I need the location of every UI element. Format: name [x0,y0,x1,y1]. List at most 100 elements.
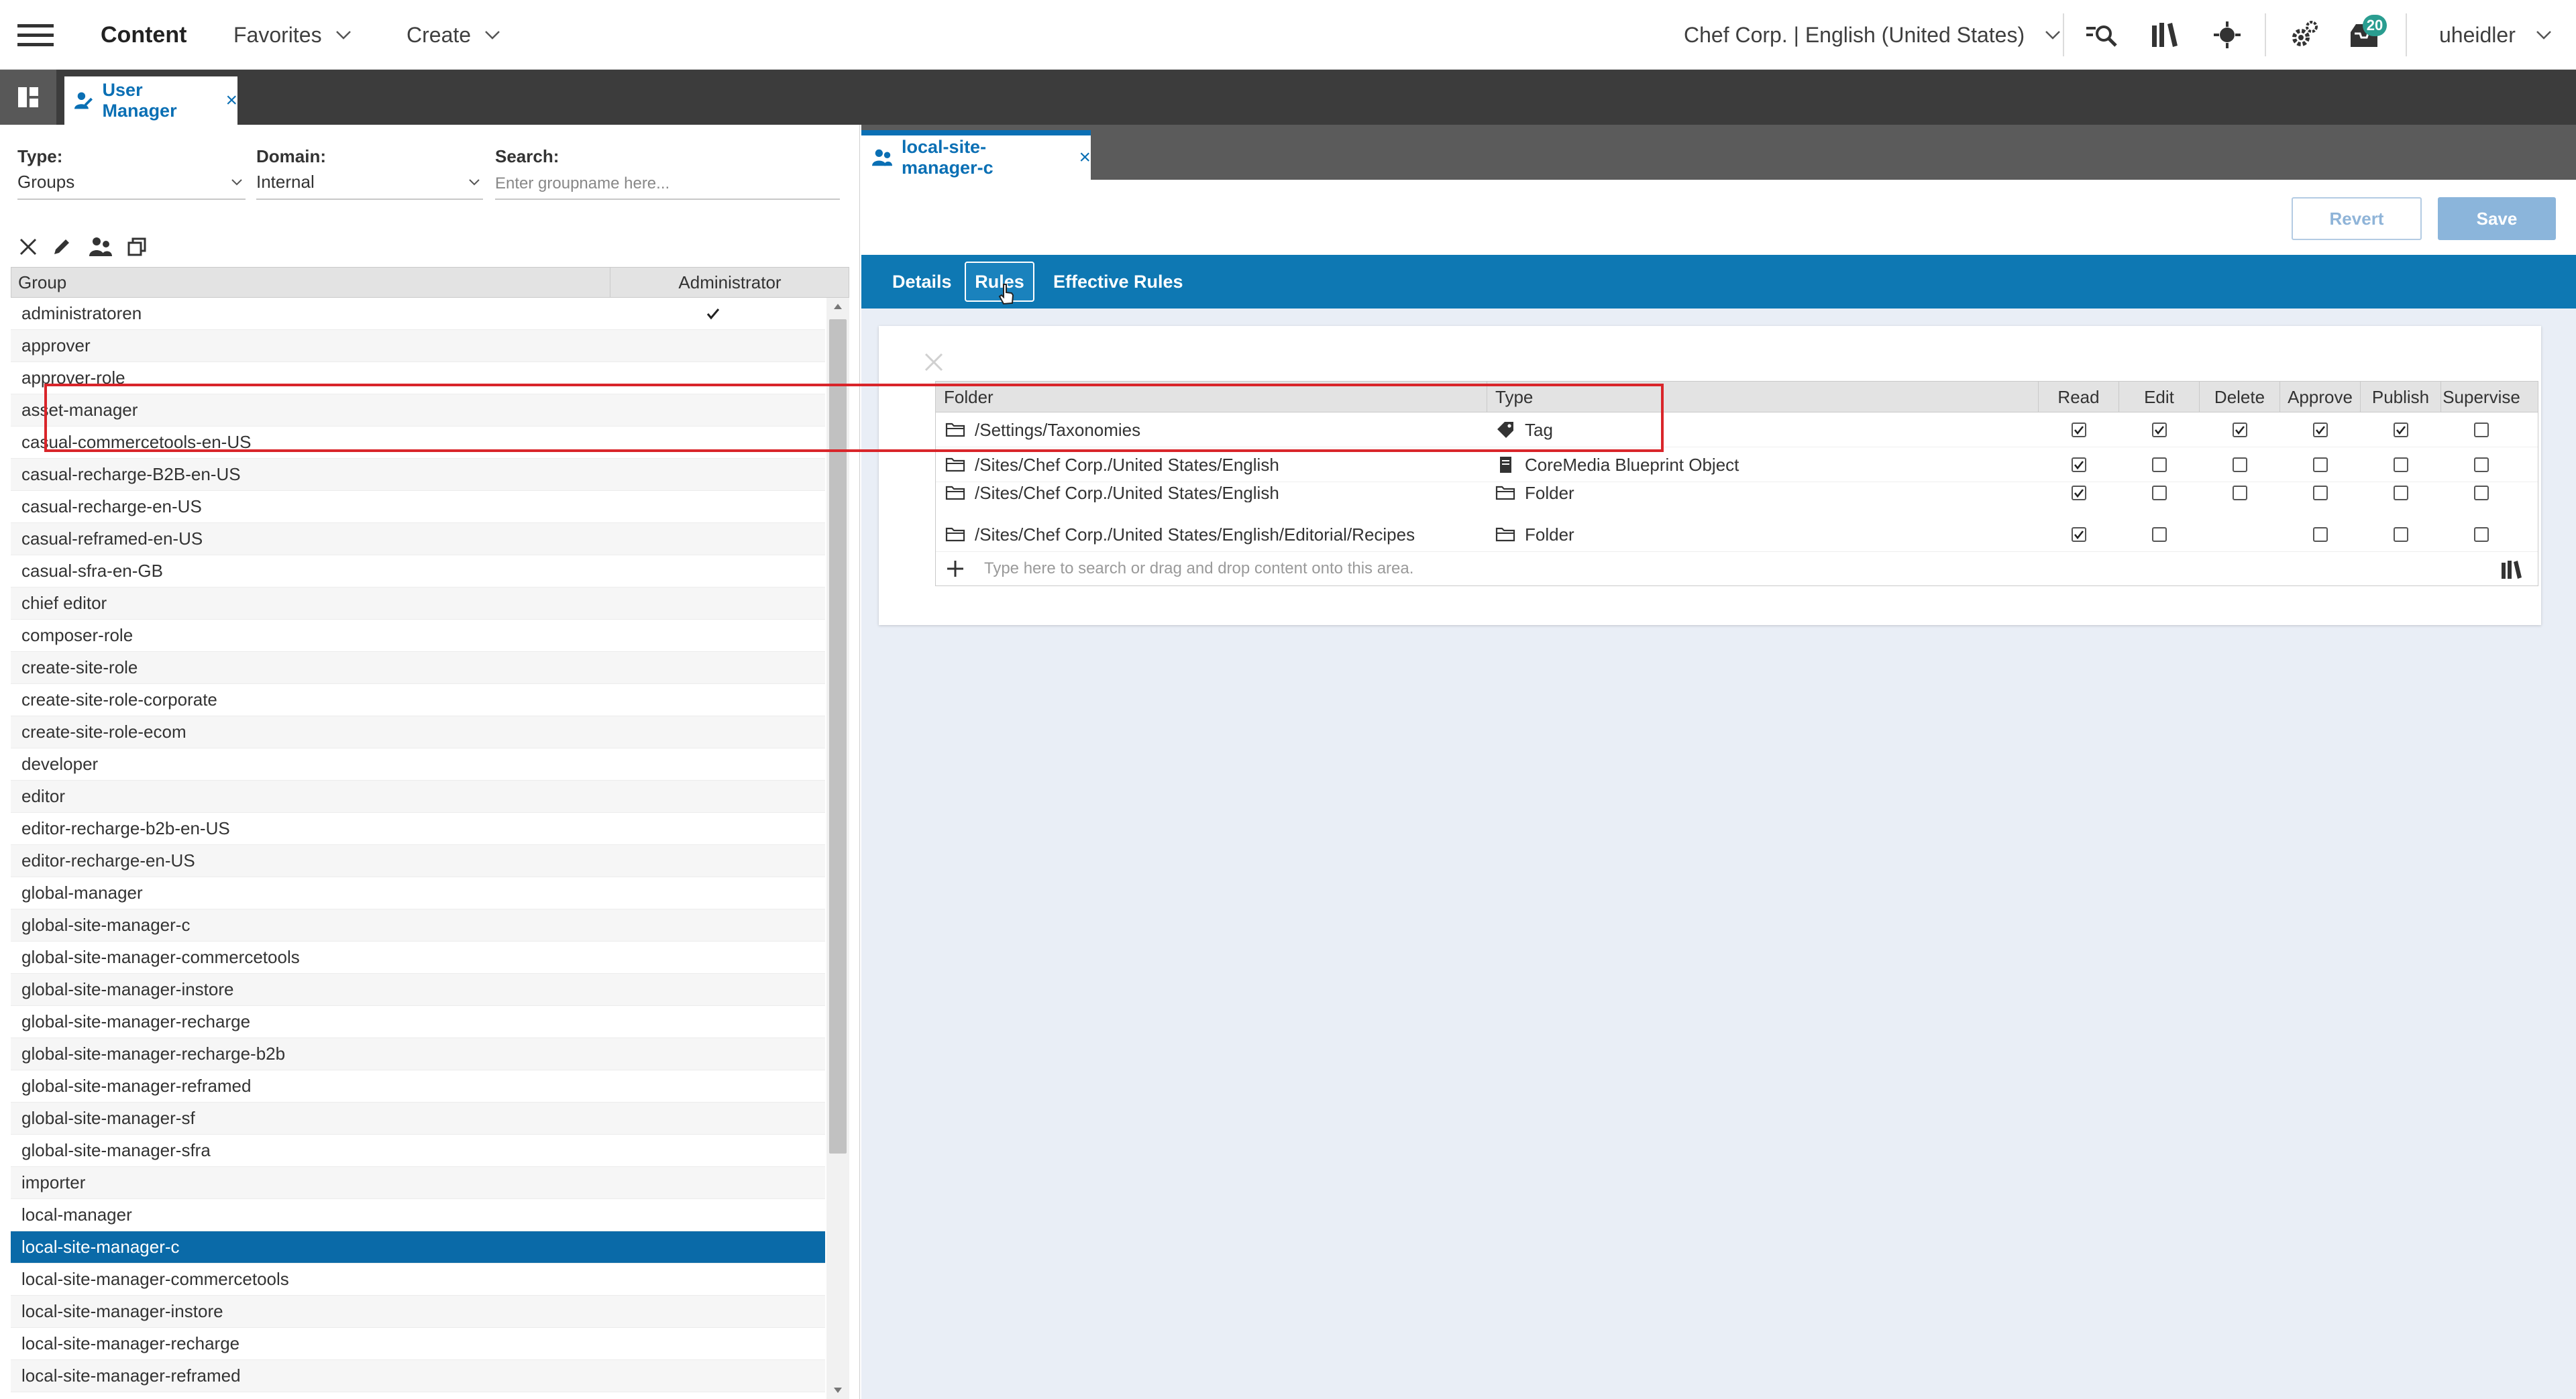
column-header-type[interactable]: Type [1487,382,2039,412]
group-row[interactable]: chief editor [11,587,825,620]
permission-checkbox-approve[interactable] [2313,527,2328,542]
group-row[interactable]: global-site-manager-c [11,909,825,942]
permission-checkbox-read[interactable] [2072,423,2086,437]
permission-checkbox-read[interactable] [2072,527,2086,542]
group-row[interactable]: local-site-manager-commercetools [11,1264,825,1296]
permission-checkbox-delete[interactable] [2233,423,2247,437]
group-row[interactable]: approver-role [11,362,825,394]
add-group-button[interactable] [87,233,114,260]
permission-checkbox-edit[interactable] [2152,457,2167,472]
edit-group-button[interactable] [48,233,75,260]
permission-checkbox-publish[interactable] [2394,527,2408,542]
group-row[interactable]: global-site-manager-sf [11,1103,825,1135]
group-row[interactable]: global-site-manager-recharge [11,1006,825,1038]
group-row[interactable]: casual-sfra-en-GB [11,555,825,587]
group-row[interactable]: casual-commercetools-en-US [11,427,825,459]
permission-checkbox-publish[interactable] [2394,423,2408,437]
column-header-folder[interactable]: Folder [936,382,1487,412]
permission-checkbox-approve[interactable] [2313,457,2328,472]
group-row[interactable]: asset-manager [11,394,825,427]
library-icon[interactable] [2499,557,2523,580]
group-search-input[interactable] [495,172,840,196]
group-row[interactable]: composer-role [11,620,825,652]
control-room-button[interactable] [2212,0,2242,70]
create-menu[interactable]: Create [407,0,500,70]
permission-checkbox-supervise[interactable] [2474,486,2489,500]
close-icon[interactable]: × [225,91,237,111]
site-selector[interactable]: Chef Corp. | English (United States) [1684,0,2061,70]
tab-effective-rules[interactable]: Effective Rules [1053,262,1183,302]
group-list-scroll-thumb[interactable] [829,319,847,1154]
group-row[interactable]: local-site-manager-instore [11,1296,825,1328]
group-row[interactable]: create-site-role [11,652,825,684]
group-row[interactable]: global-site-manager-instore [11,974,825,1006]
group-row[interactable]: local-site-manager-recharge [11,1328,825,1360]
group-row[interactable]: global-site-manager-recharge-b2b [11,1038,825,1070]
copy-group-button[interactable] [123,233,150,260]
permission-checkbox-edit[interactable] [2152,486,2167,500]
tab-rules[interactable]: Rules [965,262,1034,305]
permission-checkbox-approve[interactable] [2313,423,2328,437]
permission-checkbox-supervise[interactable] [2474,527,2489,542]
delete-group-button[interactable] [15,233,42,260]
rule-row[interactable]: /Sites/Chef Corp./United States/English C… [936,447,2538,482]
permission-checkbox-read[interactable] [2072,457,2086,472]
permission-checkbox-edit[interactable] [2152,423,2167,437]
column-header-supervise[interactable]: Supervise [2441,382,2522,412]
rule-search-input[interactable] [984,557,2460,580]
group-row[interactable]: importer [11,1167,825,1199]
permission-checkbox-publish[interactable] [2394,486,2408,500]
group-row[interactable]: casual-reframed-en-US [11,523,825,555]
group-row[interactable]: approver [11,330,825,362]
user-menu[interactable]: uheidler [2439,0,2552,70]
column-header-publish[interactable]: Publish [2361,382,2441,412]
group-row[interactable]: developer [11,748,825,781]
rule-row[interactable]: /Sites/Chef Corp./United States/English F… [936,482,2538,502]
library-button[interactable] [2149,0,2179,70]
domain-select[interactable]: Internal [256,172,483,199]
settings-button[interactable] [2288,0,2320,70]
group-row[interactable]: administratoren [11,298,825,330]
group-row[interactable]: local-site-manager-reframed [11,1360,825,1392]
group-row[interactable]: global-manager [11,877,825,909]
rule-row[interactable]: /Sites/Chef Corp./United States/English/… [936,517,2538,552]
group-row[interactable]: local-site-manager-c [11,1231,825,1264]
group-row[interactable]: global-site-manager-sfra [11,1135,825,1167]
search-button[interactable] [2085,0,2118,70]
type-select[interactable]: Groups [17,172,246,199]
permission-checkbox-publish[interactable] [2394,457,2408,472]
group-row[interactable]: casual-recharge-B2B-en-US [11,459,825,491]
tab-details[interactable]: Details [892,262,952,302]
app-title[interactable]: Content [101,0,186,70]
menu-button[interactable] [17,0,54,70]
rule-drop-area[interactable] [936,552,2538,585]
group-row[interactable]: global-site-manager-reframed [11,1070,825,1103]
group-row[interactable]: global-site-manager-commercetools [11,942,825,974]
permission-checkbox-delete[interactable] [2233,486,2247,500]
column-header-delete[interactable]: Delete [2200,382,2280,412]
column-header-approve[interactable]: Approve [2280,382,2361,412]
remove-rule-button[interactable] [922,350,946,374]
group-row[interactable]: create-site-role-corporate [11,684,825,716]
column-header-administrator[interactable]: Administrator [610,268,849,297]
group-row[interactable]: editor [11,781,825,813]
group-row[interactable]: editor-recharge-b2b-en-US [11,813,825,845]
favorites-menu[interactable]: Favorites [233,0,352,70]
tab-group-editor[interactable]: local-site-manager-c × [861,130,1091,180]
permission-checkbox-read[interactable] [2072,486,2086,500]
revert-button[interactable]: Revert [2292,197,2422,240]
dashboard-button[interactable] [0,70,56,125]
rule-row[interactable]: /Settings/Taxonomies Tag [936,412,2538,447]
permission-checkbox-edit[interactable] [2152,527,2167,542]
group-row[interactable]: editor-recharge-en-US [11,845,825,877]
save-button[interactable]: Save [2438,197,2556,240]
group-row[interactable]: local-manager [11,1199,825,1231]
permission-checkbox-delete[interactable] [2233,457,2247,472]
column-header-group[interactable]: Group [18,268,66,297]
permission-checkbox-supervise[interactable] [2474,457,2489,472]
column-header-read[interactable]: Read [2039,382,2119,412]
column-header-edit[interactable]: Edit [2119,382,2200,412]
close-icon[interactable]: × [1079,148,1091,168]
tab-user-manager[interactable]: User Manager × [64,76,237,125]
permission-checkbox-supervise[interactable] [2474,423,2489,437]
